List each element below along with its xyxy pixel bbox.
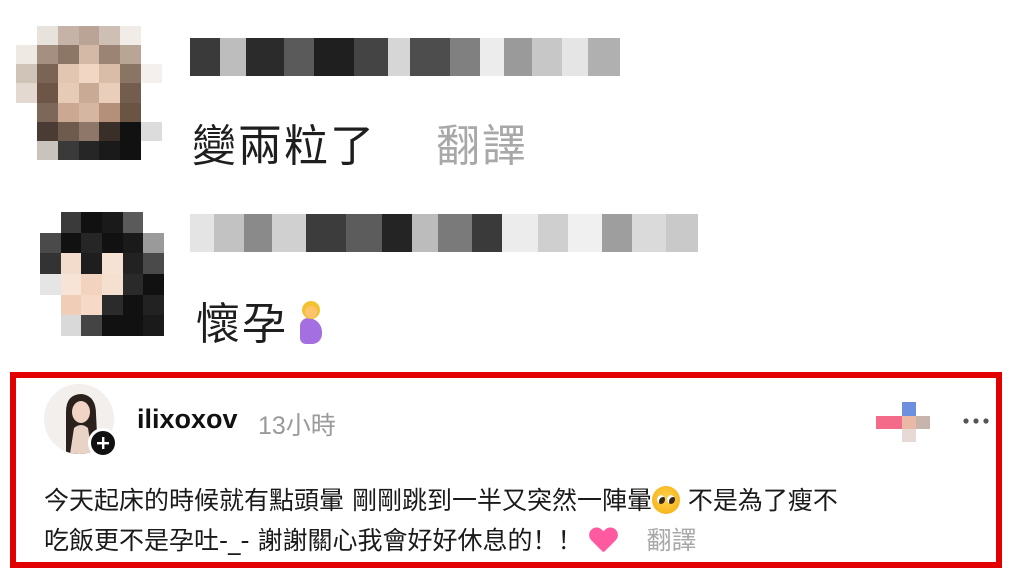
- post-text: 今天起床的時候就有點頭暈 剛剛跳到一半又突然一陣暈: [44, 486, 652, 515]
- translate-link[interactable]: 翻譯: [646, 526, 696, 555]
- comment-text: 懷孕: [196, 299, 288, 350]
- follow-plus-button[interactable]: [88, 428, 118, 458]
- plus-icon: [97, 437, 109, 449]
- more-options-icon: [963, 418, 989, 424]
- post-text: 不是為了瘦不: [687, 486, 838, 515]
- post-text: 吃飯更不是孕吐-_- 謝謝關心我會好好休息的！！: [44, 526, 583, 555]
- post-body-line-2: 吃飯更不是孕吐-_- 謝謝關心我會好好休息的！！ 翻譯: [44, 521, 994, 561]
- comment-avatar[interactable]: [40, 212, 164, 336]
- pink-heart-emoji: [589, 528, 617, 554]
- post-timestamp: 13小時: [258, 412, 336, 440]
- pixelated-mark: [876, 402, 932, 442]
- comment-username-redacted[interactable]: [190, 38, 620, 76]
- more-options-button[interactable]: [962, 414, 990, 428]
- post-username[interactable]: ilixoxov: [137, 404, 238, 435]
- pleading-face-emoji: [651, 486, 680, 514]
- comment-text-row: 懷孕: [196, 288, 324, 352]
- comment-avatar[interactable]: [16, 26, 162, 160]
- post-body: 今天起床的時候就有點頭暈 剛剛跳到一半又突然一陣暈 不是為了瘦不 吃飯更不是孕吐…: [44, 481, 994, 561]
- post-body-line-1: 今天起床的時候就有點頭暈 剛剛跳到一半又突然一陣暈 不是為了瘦不: [44, 481, 994, 521]
- pregnant-woman-emoji: [298, 301, 324, 347]
- translate-link[interactable]: 翻譯: [436, 110, 528, 174]
- comment-username-redacted[interactable]: [190, 214, 718, 252]
- comment-text: 變兩粒了: [192, 121, 376, 172]
